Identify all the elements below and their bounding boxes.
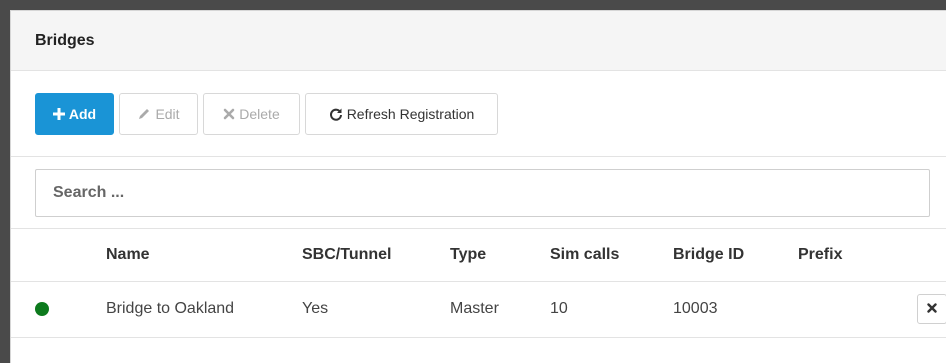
remove-row-button[interactable] (917, 294, 946, 324)
search-input[interactable] (35, 169, 930, 217)
column-header-actions (897, 229, 946, 282)
delete-button-label: Delete (239, 105, 280, 122)
status-indicator (35, 301, 49, 316)
delete-button[interactable]: Delete (203, 92, 300, 135)
panel-header: Bridges (11, 11, 946, 71)
bridge-prefix (798, 281, 897, 338)
table-row[interactable]: Bridge to Oakland Yes Master 10 10003 (11, 281, 946, 338)
add-button-label: Add (68, 105, 97, 122)
column-header-name[interactable]: Name (106, 229, 302, 282)
bridge-type: Master (450, 281, 550, 338)
bridges-panel: Bridges Add Edit Delete Refresh Registra… (10, 10, 946, 363)
bridge-sim-calls: 10 (550, 281, 673, 338)
column-header-bridge-id[interactable]: Bridge ID (673, 229, 798, 282)
column-header-type[interactable]: Type (450, 229, 550, 282)
search-bar (11, 157, 946, 229)
close-icon (927, 300, 937, 318)
bridges-table: Name SBC/Tunnel Type Sim calls Bridge ID… (11, 229, 946, 338)
toolbar: Add Edit Delete Refresh Registration (11, 71, 946, 157)
page-title: Bridges (35, 31, 95, 49)
column-header-sbc-tunnel[interactable]: SBC/Tunnel (302, 229, 450, 282)
refresh-button-label: Refresh Registration (346, 105, 475, 122)
plus-icon (52, 107, 65, 120)
column-header-status (11, 229, 106, 282)
column-header-sim-calls[interactable]: Sim calls (550, 229, 673, 282)
refresh-registration-button[interactable]: Refresh Registration (305, 92, 498, 135)
table-header-row: Name SBC/Tunnel Type Sim calls Bridge ID… (11, 229, 946, 282)
edit-button-label: Edit (155, 105, 180, 122)
bridge-sbc-tunnel: Yes (302, 281, 450, 338)
column-header-prefix[interactable]: Prefix (798, 229, 897, 282)
actions-cell (897, 281, 946, 338)
refresh-icon (329, 107, 343, 121)
bridge-id: 10003 (673, 281, 798, 338)
add-button[interactable]: Add (35, 92, 114, 135)
pencil-icon (137, 107, 151, 121)
bridge-name: Bridge to Oakland (106, 281, 302, 338)
edit-button[interactable]: Edit (119, 92, 198, 135)
status-cell (11, 281, 106, 338)
times-icon (223, 108, 235, 120)
